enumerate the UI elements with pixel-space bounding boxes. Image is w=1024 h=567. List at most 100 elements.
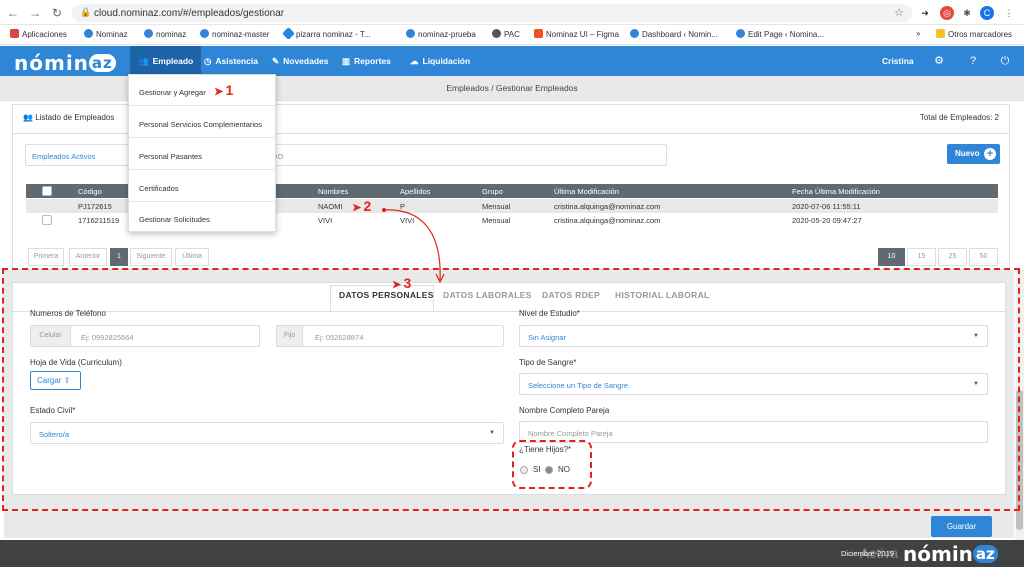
users-icon: 👥	[23, 113, 36, 122]
plus-icon: +	[984, 148, 996, 160]
menu-label: Asistencia	[215, 56, 258, 66]
power-icon[interactable]: ⏻	[998, 54, 1012, 68]
annotation-2: ➤ 2	[352, 198, 371, 214]
menu-label: Liquidación	[422, 56, 471, 66]
clock-icon: ◷	[204, 56, 212, 66]
page-prev[interactable]: Anterior	[69, 248, 107, 266]
col-fecha[interactable]: Fecha Última Modificación	[792, 187, 880, 196]
settings-icon[interactable]: ⚙	[932, 54, 946, 68]
page-size-15[interactable]: 15	[907, 248, 936, 266]
bookmarks-more[interactable]: »	[916, 29, 920, 38]
profile-avatar[interactable]: C	[980, 6, 994, 20]
kebab-menu-icon[interactable]: ⋮	[1002, 6, 1016, 20]
bookmark-item[interactable]: nominaz	[144, 29, 186, 39]
menu-empleado[interactable]: 👥 Empleado	[130, 46, 202, 76]
bookmark-item[interactable]: Dashboard ‹ Nomin...	[630, 29, 718, 39]
globe-icon	[492, 29, 501, 38]
menu-item-solicitudes[interactable]: Gestionar Solicitudes	[129, 202, 275, 233]
forward-icon[interactable]: →	[28, 6, 42, 20]
address-bar[interactable]: 🔒 cloud.nominaz.com/#/empleados/gestiona…	[72, 4, 912, 22]
panel-title: 👥 Listado de Empleados	[23, 113, 114, 122]
menu-label: Reportes	[354, 56, 391, 66]
cell-nombres: VIVI	[318, 216, 333, 225]
bookmark-item[interactable]: PAC	[492, 29, 520, 39]
cell-fecha: 2020-07-06 11:55:11	[792, 202, 861, 211]
bookmark-item[interactable]: Nominaz	[84, 29, 128, 39]
col-codigo[interactable]: Código	[78, 187, 102, 196]
bookmark-label: Nominaz UI – Figma	[546, 30, 619, 39]
diamond-icon	[282, 27, 295, 40]
col-apellidos[interactable]: Apellidos	[400, 187, 430, 196]
figma-icon	[534, 29, 543, 38]
bar-chart-icon: ▥	[342, 56, 351, 66]
annotation-box-hijos	[512, 440, 592, 489]
folder-icon	[936, 29, 945, 38]
bookmark-item[interactable]: Edit Page ‹ Nomina...	[736, 29, 824, 39]
bookmark-item[interactable]: nominaz-master	[200, 29, 269, 39]
extension-icon[interactable]: ◎	[940, 6, 954, 20]
col-grupo[interactable]: Grupo	[482, 187, 503, 196]
row-checkbox[interactable]	[42, 215, 52, 225]
menu-reportes[interactable]: ▥ Reportes	[334, 46, 399, 76]
menu-item-label: Personal Pasantes	[139, 152, 202, 161]
cloud-icon	[144, 29, 153, 38]
page-size-50[interactable]: 50	[969, 248, 998, 266]
help-icon[interactable]: ?	[966, 54, 980, 68]
apps-icon	[10, 29, 19, 38]
annotation-number: 2	[363, 198, 372, 214]
filter-bar[interactable]: Empleados Activos LEADO	[25, 144, 667, 166]
users-icon: 👥	[138, 56, 149, 66]
user-name[interactable]: Cristina	[882, 46, 914, 76]
bookmark-item[interactable]: pizarra nominaz - T...	[282, 27, 371, 40]
bookmark-apps[interactable]: Aplicaciones	[10, 29, 67, 39]
puzzle-icon[interactable]: ✱	[960, 6, 974, 20]
menu-item-servicios[interactable]: Personal Servicios Complementarios	[129, 107, 275, 138]
button-label: Nuevo	[955, 149, 980, 158]
col-nombres[interactable]: Nombres	[318, 187, 348, 196]
cell-codigo: PJ172615	[78, 202, 112, 211]
bookmark-label: Nominaz	[96, 30, 128, 39]
select-all-checkbox[interactable]	[42, 186, 52, 196]
menu-item-pasantes[interactable]: Personal Pasantes	[129, 139, 275, 170]
cell-nombres: NAOMI	[318, 202, 343, 211]
star-icon[interactable]: ☆	[894, 6, 904, 19]
annotation-connector-arrow	[382, 208, 445, 284]
menu-novedades[interactable]: ✎ Novedades	[264, 46, 336, 76]
arrow-icon: ➤	[352, 202, 362, 214]
panel-title-text: Listado de Empleados	[35, 113, 115, 122]
bookmark-item[interactable]: Nominaz UI – Figma	[534, 29, 619, 39]
back-icon[interactable]: ←	[6, 6, 20, 20]
menu-liquidacion[interactable]: ☁ Liquidación	[402, 46, 478, 76]
browser-toolbar: ← → ↻ 🔒 cloud.nominaz.com/#/empleados/ge…	[0, 0, 1024, 25]
bookmark-label: nominaz	[156, 30, 187, 39]
bookmark-label: Dashboard ‹ Nomin...	[642, 30, 719, 39]
menu-item-label: Personal Servicios Complementarios	[139, 120, 262, 129]
page-1[interactable]: 1	[110, 248, 128, 266]
lock-icon: 🔒	[80, 7, 92, 17]
annotation-1: ➤ 1	[214, 82, 233, 98]
bookmark-label: Aplicaciones	[22, 30, 67, 39]
page-first[interactable]: Primera	[28, 248, 64, 266]
menu-item-certificados[interactable]: Certificados	[129, 171, 275, 202]
page-next[interactable]: Siguiente	[130, 248, 172, 266]
cloud-icon	[84, 29, 93, 38]
col-ultima-modificacion[interactable]: Última Modificación	[554, 187, 619, 196]
save-button[interactable]: Guardar	[931, 516, 992, 537]
new-employee-button[interactable]: Nuevo +	[947, 144, 1000, 164]
page-last[interactable]: Última	[175, 248, 209, 266]
annotation-box-3	[2, 268, 1020, 511]
menu-item-gestionar[interactable]: Gestionar y Agregar	[129, 75, 275, 106]
bookmark-label: nominaz-master	[212, 30, 270, 39]
other-bookmarks[interactable]: Otros marcadores	[936, 29, 1012, 39]
page-size-25[interactable]: 25	[938, 248, 967, 266]
menu-asistencia[interactable]: ◷ Asistencia	[196, 46, 266, 76]
reload-icon[interactable]: ↻	[50, 6, 64, 20]
page-size-10[interactable]: 10	[878, 248, 905, 266]
app-logo[interactable]: nómin az	[14, 51, 116, 75]
share-icon[interactable]: ➜	[918, 6, 932, 20]
filter-active-select[interactable]: Empleados Activos	[32, 152, 95, 161]
bookmark-label: pizarra nominaz - T...	[296, 30, 371, 39]
menu-item-label: Gestionar Solicitudes	[139, 215, 210, 224]
bookmark-item[interactable]: nominaz-prueba	[406, 29, 476, 39]
cell-fecha: 2020-05-20 09:47:27	[792, 216, 862, 225]
